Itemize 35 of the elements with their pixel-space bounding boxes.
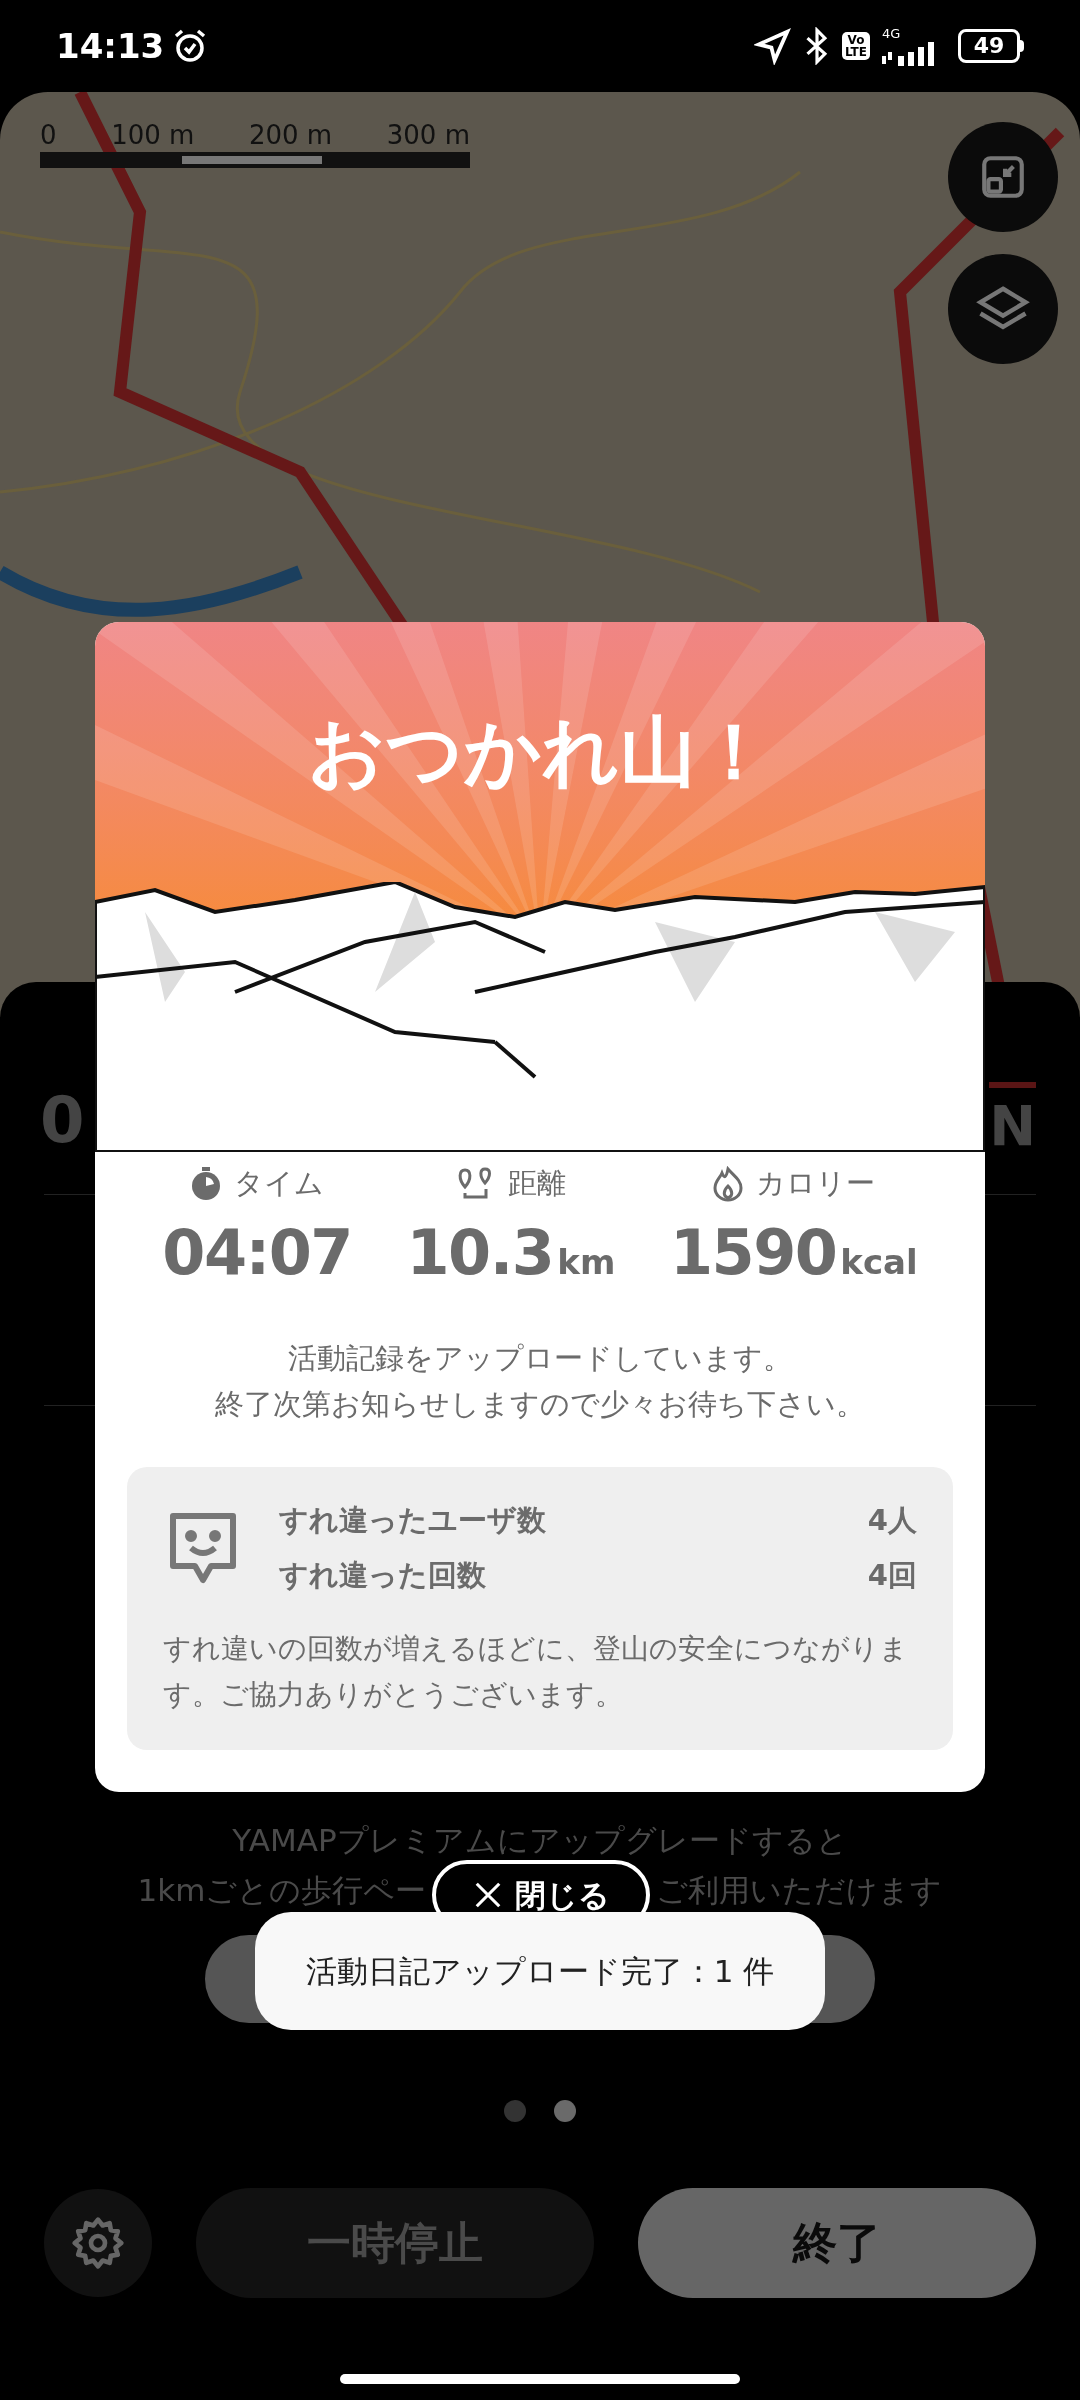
upload-message: 活動記録をアップロードしています。 bbox=[288, 1339, 792, 1377]
upload-message: 終了次第お知らせしますので少々お待ち下さい。 bbox=[215, 1385, 865, 1423]
stat-unit: km bbox=[557, 1240, 616, 1284]
finish-button[interactable]: 終了 bbox=[638, 2188, 1036, 2298]
premium-upgrade-text: 1kmごとの歩行ペー bbox=[137, 1871, 427, 1910]
stat-label: カロリー bbox=[756, 1165, 876, 1202]
scale-label: 200 m bbox=[248, 122, 333, 148]
stopwatch-icon bbox=[190, 1166, 223, 1201]
toast: 活動日記アップロード完了：1 件 bbox=[255, 1912, 825, 2030]
stat-label: 距離 bbox=[507, 1165, 566, 1202]
encounter-note: すれ違いの回数が増えるほどに、登山の安全につながります。ご協力ありがとうございます。 bbox=[163, 1630, 909, 1713]
encounter-label: すれ違った回数 bbox=[279, 1557, 486, 1594]
stat-value: 04:07 bbox=[162, 1214, 352, 1291]
encounter-value: 4回 bbox=[867, 1557, 917, 1594]
battery-indicator: 49 bbox=[958, 29, 1024, 63]
status-time: 14:13 bbox=[56, 24, 165, 68]
encounter-value: 4人 bbox=[867, 1501, 917, 1539]
elapsed-time-text: 0 bbox=[40, 1082, 85, 1159]
stat-unit: kcal bbox=[840, 1240, 918, 1284]
volte-badge: Vo LTE bbox=[841, 32, 870, 60]
flame-icon bbox=[712, 1165, 745, 1202]
encounter-label: すれ違ったユーザ数 bbox=[279, 1501, 546, 1539]
scale-label: 300 m bbox=[386, 122, 470, 148]
stat-value: 10.3 bbox=[406, 1214, 554, 1291]
pause-button[interactable]: 一時停止 bbox=[196, 2188, 594, 2298]
premium-upgrade-text: ご利用いただけます bbox=[656, 1871, 943, 1910]
location-arrow-icon bbox=[753, 27, 792, 65]
premium-upgrade-text: YAMAPプレミアムにアップグレードすると bbox=[232, 1821, 848, 1860]
network-type: 4G bbox=[882, 26, 901, 40]
stat-label: タイム bbox=[234, 1165, 325, 1202]
scale-label: 100 m bbox=[111, 122, 195, 148]
scale-label: 0 bbox=[40, 122, 57, 148]
dialog-title: おつかれ山！ bbox=[308, 706, 772, 798]
stat-value: 1590 bbox=[669, 1214, 837, 1291]
settings-icon bbox=[70, 2215, 126, 2271]
